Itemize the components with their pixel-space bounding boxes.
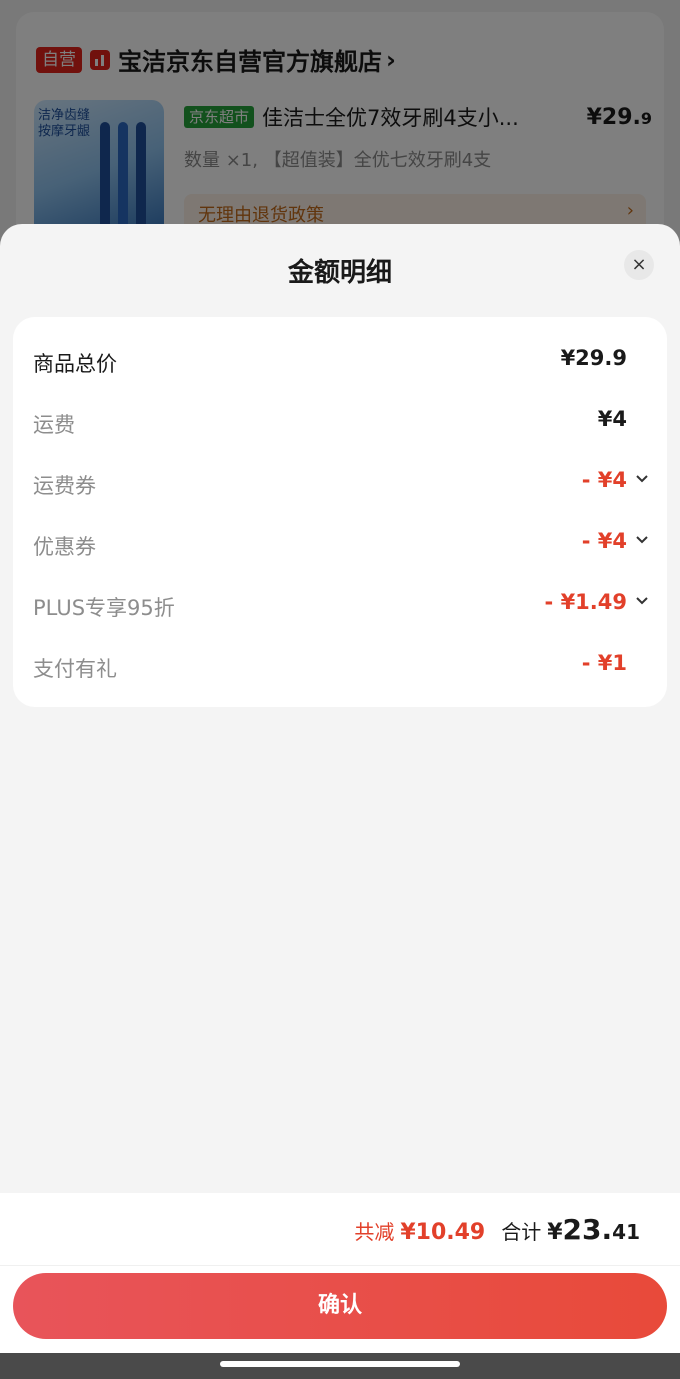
row-label: 商品总价 xyxy=(33,352,117,376)
row-label: PLUS专享95折 xyxy=(33,596,175,620)
total-amount-integer: 23. xyxy=(562,1213,613,1246)
row-label: 优惠券 xyxy=(33,535,96,559)
amount-detail-card: 商品总价 ¥29.9 运费 ¥4 运费券 - ¥4 优惠券 - ¥4 PLUS专… xyxy=(13,317,667,707)
row-shipping-coupon[interactable]: 运费券 - ¥4 xyxy=(33,462,649,502)
total-reduction-value: ¥10.49 xyxy=(400,1220,486,1245)
row-shipping: 运费 ¥4 xyxy=(33,401,647,441)
sheet-title: 金额明细 xyxy=(287,258,392,288)
total-label: 合计 xyxy=(501,1220,542,1244)
row-value: - ¥1.49 xyxy=(544,590,627,614)
row-value: - ¥1 xyxy=(581,651,627,675)
price-summary: 共减 ¥10.49 合计 ¥ 23. 41 xyxy=(354,1213,640,1246)
row-value: ¥29.9 xyxy=(560,346,627,370)
row-label: 运费券 xyxy=(33,474,96,498)
confirm-button[interactable]: 确认 xyxy=(13,1273,667,1339)
chevron-down-icon[interactable] xyxy=(635,594,649,608)
row-plus-discount[interactable]: PLUS专享95折 - ¥1.49 xyxy=(33,584,649,624)
row-payment-gift: 支付有礼 - ¥1 xyxy=(33,645,647,685)
row-value: - ¥4 xyxy=(581,468,627,492)
divider xyxy=(0,1265,680,1266)
row-value: ¥4 xyxy=(597,407,627,431)
total-amount-decimal: 41 xyxy=(612,1220,640,1244)
chevron-down-icon[interactable] xyxy=(635,533,649,547)
row-coupon[interactable]: 优惠券 - ¥4 xyxy=(33,523,649,563)
row-label: 运费 xyxy=(33,413,75,437)
home-indicator[interactable] xyxy=(220,1361,460,1367)
close-icon[interactable]: × xyxy=(624,250,654,280)
amount-detail-sheet: 金额明细 × 商品总价 ¥29.9 运费 ¥4 运费券 - ¥4 优惠券 - ¥… xyxy=(0,224,680,1354)
row-product-total: 商品总价 ¥29.9 xyxy=(33,340,647,380)
total-currency: ¥ xyxy=(547,1220,563,1245)
row-label: 支付有礼 xyxy=(33,657,117,681)
checkout-footer: 共减 ¥10.49 合计 ¥ 23. 41 确认 xyxy=(0,1193,680,1353)
row-value: - ¥4 xyxy=(581,529,627,553)
chevron-down-icon[interactable] xyxy=(635,472,649,486)
total-reduction-label: 共减 xyxy=(354,1220,395,1244)
